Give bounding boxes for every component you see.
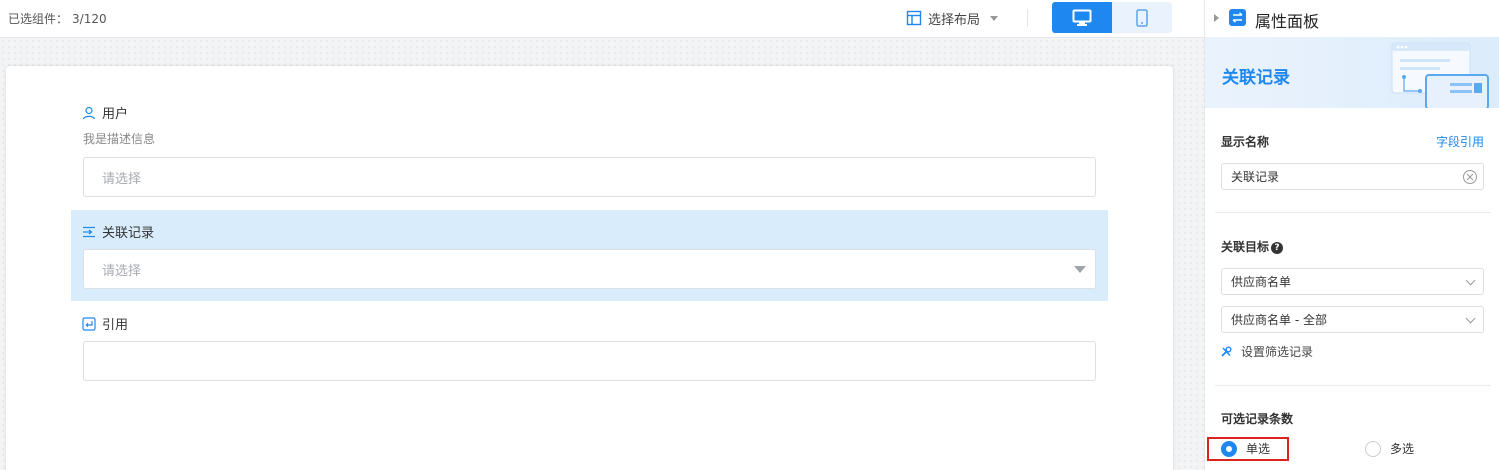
banner-title: 关联记录	[1222, 68, 1290, 88]
linked-record-select-placeholder: 请选择	[102, 263, 142, 279]
user-field-description: 我是描述信息	[83, 132, 156, 146]
banner-illustration	[1391, 42, 1489, 108]
link-target-label-text: 关联目标	[1221, 240, 1270, 254]
highlight-annotation-box	[1207, 437, 1289, 461]
caret-down-icon	[990, 15, 999, 21]
set-filter-records-text: 设置筛选记录	[1241, 345, 1314, 359]
link-record-icon	[83, 226, 95, 237]
field-reference-link[interactable]: 字段引用	[1436, 133, 1484, 150]
layout-select[interactable]: 选择布局	[906, 7, 999, 29]
linked-record-field-label: 关联记录	[82, 222, 154, 241]
radio-multiple[interactable]: 多选	[1365, 440, 1414, 457]
selected-field-linked-record[interactable]: 关联记录 请选择	[71, 210, 1108, 301]
clear-icon[interactable]	[1462, 169, 1478, 185]
dropdown-arrow-icon	[1074, 266, 1086, 273]
chevron-down-icon	[1465, 275, 1476, 286]
mobile-view-button[interactable]	[1112, 2, 1172, 33]
display-name-label: 显示名称	[1221, 135, 1270, 149]
selected-count-value: 3/120	[72, 12, 107, 26]
desktop-icon	[1072, 9, 1092, 26]
layout-select-label: 选择布局	[928, 12, 981, 28]
reference-icon	[82, 316, 96, 331]
toolbar-divider	[1027, 9, 1028, 27]
user-icon	[82, 106, 96, 119]
collapse-arrow-icon[interactable]	[1214, 14, 1219, 22]
link-target-select-value: 供应商名单	[1231, 275, 1292, 289]
link-target-select[interactable]: 供应商名单	[1221, 268, 1484, 295]
reference-field-label: 引用	[82, 314, 128, 333]
display-name-value: 关联记录	[1231, 170, 1280, 184]
panel-title: 属性面板	[1255, 12, 1320, 31]
swap-icon	[1229, 9, 1246, 26]
reference-input[interactable]	[83, 341, 1096, 381]
linked-record-field-label-text: 关联记录	[102, 226, 155, 241]
layout-icon	[906, 10, 922, 26]
tools-icon	[1221, 346, 1232, 357]
view-select[interactable]: 供应商名单 - 全部	[1221, 306, 1484, 333]
section-divider	[1215, 212, 1491, 213]
display-name-input[interactable]: 关联记录	[1221, 163, 1484, 190]
set-filter-records-link[interactable]: 设置筛选记录	[1220, 343, 1313, 360]
chevron-down-icon	[1465, 313, 1476, 324]
radio-multiple-label: 多选	[1390, 442, 1415, 456]
desktop-view-button[interactable]	[1052, 2, 1113, 33]
section-divider	[1215, 385, 1491, 386]
user-select-input[interactable]: 请选择	[83, 157, 1096, 197]
selected-components-count: 已选组件： 3/120	[8, 10, 107, 27]
linked-record-select-input[interactable]: 请选择	[83, 249, 1096, 289]
view-select-value: 供应商名单 - 全部	[1231, 313, 1327, 327]
selectable-count-label: 可选记录条数	[1221, 412, 1294, 426]
property-panel: 属性面板 关联记录 显示名称 字段引用 关联记录 关联目标 ? 供应商名单 供应…	[1204, 0, 1499, 470]
design-canvas: 用户 我是描述信息 请选择 关联记录 请选择 引用	[0, 38, 1204, 470]
reference-field-label-text: 引用	[102, 318, 129, 333]
selected-count-label: 已选组件：	[8, 12, 69, 26]
link-target-label: 关联目标?	[1221, 238, 1284, 255]
form-card: 用户 我是描述信息 请选择 关联记录 请选择 引用	[6, 66, 1173, 470]
help-icon[interactable]: ?	[1271, 242, 1284, 254]
user-select-placeholder: 请选择	[102, 171, 142, 187]
panel-header: 属性面板	[1205, 0, 1499, 36]
radio-unchecked-icon	[1365, 440, 1381, 457]
mobile-icon	[1136, 8, 1148, 27]
top-toolbar: 已选组件： 3/120 选择布局	[0, 0, 1204, 38]
device-toggle	[1052, 2, 1172, 33]
user-field-label: 用户	[82, 103, 128, 122]
user-field-label-text: 用户	[102, 107, 129, 122]
panel-banner: 关联记录	[1205, 37, 1499, 108]
